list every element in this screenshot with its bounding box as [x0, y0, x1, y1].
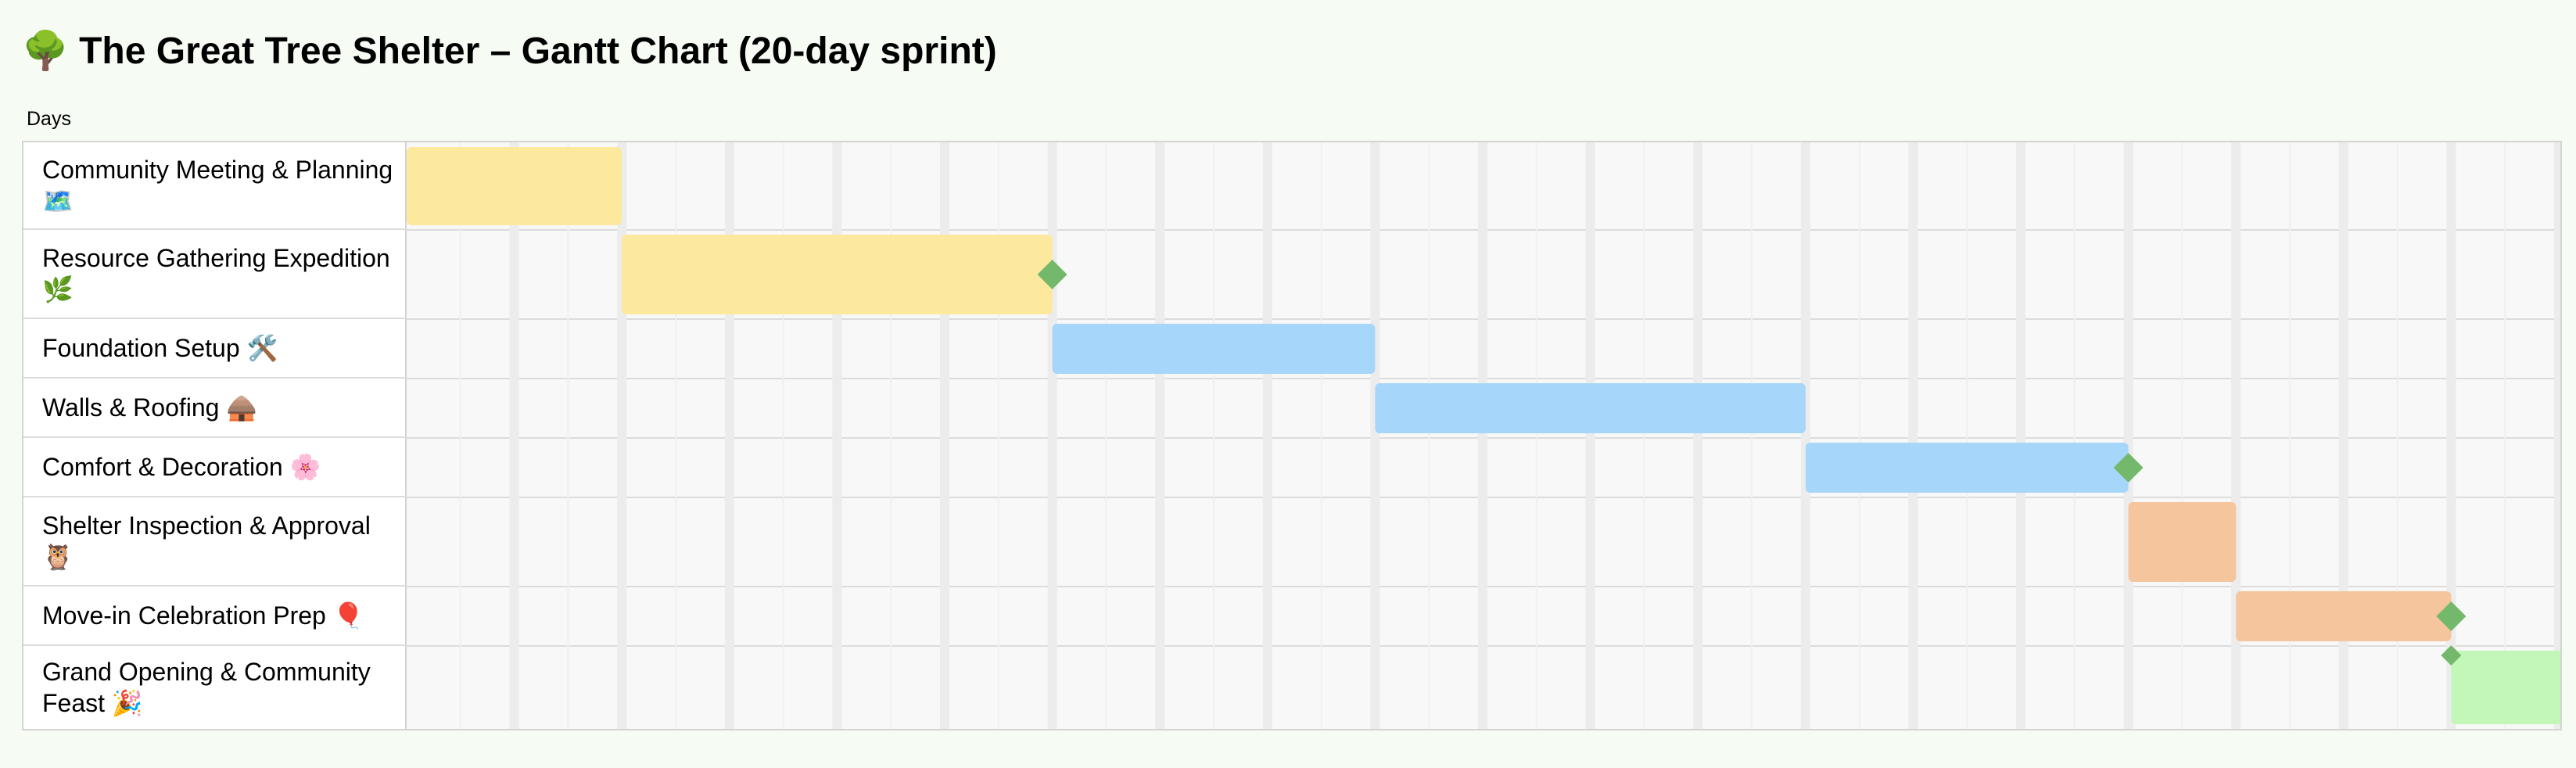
task-name: Walls & Roofing 🛖 — [42, 393, 258, 422]
grid-line — [2554, 142, 2560, 729]
grid-line — [2073, 142, 2076, 729]
grid-line — [2123, 142, 2133, 729]
grid-line — [1858, 142, 1860, 729]
grid-line — [1478, 142, 1487, 729]
task-name: Foundation Setup 🛠️ — [42, 334, 278, 362]
task-bar — [622, 235, 1053, 314]
grid-line — [1213, 142, 1214, 729]
grid-line — [1262, 142, 1272, 729]
grid-line — [724, 142, 734, 729]
grid-line — [459, 142, 461, 729]
grid-line — [1105, 142, 1107, 729]
grid-line — [1535, 142, 1537, 729]
grid-line — [940, 142, 949, 729]
timeline-area — [407, 142, 2560, 729]
task-bar — [1375, 383, 1806, 433]
task-bar — [1805, 443, 2129, 493]
grid-line — [675, 142, 676, 729]
task-name: Comfort & Decoration 🌸 — [42, 453, 321, 481]
grid-line — [509, 142, 519, 729]
task-bar — [2451, 651, 2560, 724]
grid-line — [782, 142, 784, 729]
grid-line — [1966, 142, 1968, 729]
grid-line — [1428, 142, 1430, 729]
grid-line — [2181, 142, 2183, 729]
task-label: Walls & Roofing 🛖 — [23, 379, 407, 438]
gantt-chart: Community Meeting & Planning 🗺️ Resource… — [22, 141, 2562, 730]
task-bar — [2236, 591, 2452, 641]
task-label: Resource Gathering Expedition 🌿 — [23, 230, 407, 319]
grid-line — [832, 142, 842, 729]
task-label: Comfort & Decoration 🌸 — [23, 438, 407, 497]
task-label-column: Community Meeting & Planning 🗺️ Resource… — [23, 142, 407, 729]
grid-line — [1320, 142, 1322, 729]
task-label: Community Meeting & Planning 🗺️ — [23, 142, 407, 230]
task-bar — [1052, 324, 1376, 374]
grid-line — [2504, 142, 2506, 729]
task-label: Move-in Celebration Prep 🎈 — [23, 587, 407, 646]
grid-line — [617, 142, 627, 729]
task-label: Grand Opening & Community Feast 🎉 — [23, 646, 407, 729]
grid-line — [997, 142, 999, 729]
grid-line — [1908, 142, 1918, 729]
task-label: Foundation Setup 🛠️ — [23, 319, 407, 379]
task-bar — [407, 147, 622, 225]
task-name: Grand Opening & Community Feast 🎉 — [42, 658, 371, 717]
grid-line — [567, 142, 569, 729]
grid-line — [890, 142, 892, 729]
task-name: Move-in Celebration Prep 🎈 — [42, 601, 364, 630]
grid-line — [1751, 142, 1753, 729]
task-name: Community Meeting & Planning 🗺️ — [42, 156, 393, 215]
task-name: Resource Gathering Expedition 🌿 — [42, 244, 390, 303]
task-name: Shelter Inspection & Approval 🦉 — [42, 511, 371, 571]
task-bar — [2128, 502, 2237, 582]
grid-line — [1585, 142, 1595, 729]
task-label: Shelter Inspection & Approval 🦉 — [23, 497, 407, 587]
grid-line — [1047, 142, 1057, 729]
grid-line — [1370, 142, 1380, 729]
grid-line — [1693, 142, 1703, 729]
grid-line — [1155, 142, 1165, 729]
axis-label-days: Days — [27, 108, 71, 130]
grid-line — [2016, 142, 2025, 729]
gantt-plot — [407, 142, 2560, 729]
grid-line — [1643, 142, 1645, 729]
page-title: 🌳 The Great Tree Shelter – Gantt Chart (… — [22, 31, 997, 72]
grid-line — [1800, 142, 1810, 729]
